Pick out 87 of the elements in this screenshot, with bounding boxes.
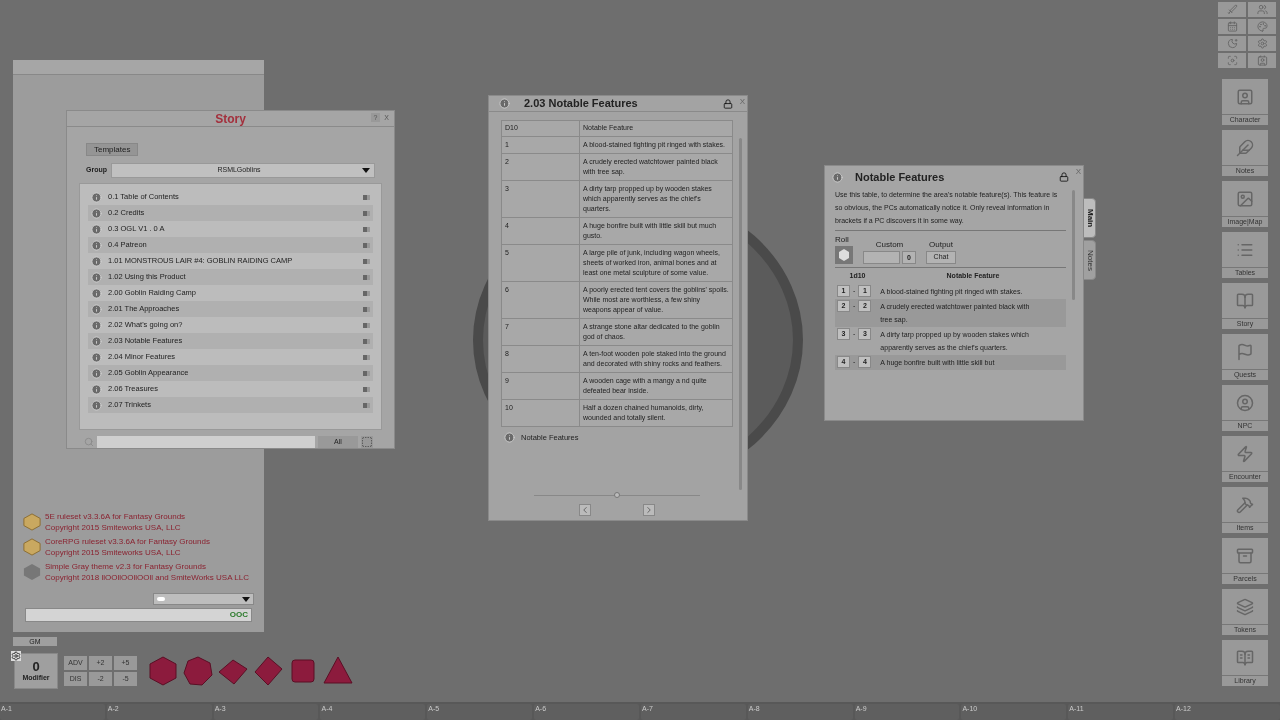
info-icon[interactable] bbox=[91, 351, 102, 363]
feather-icon bbox=[1236, 138, 1254, 157]
info-icon[interactable] bbox=[91, 383, 102, 395]
info-icon[interactable] bbox=[91, 303, 102, 315]
focus-icon[interactable] bbox=[1218, 53, 1246, 68]
side-tab[interactable]: Main bbox=[1083, 198, 1096, 238]
close-button[interactable]: X bbox=[739, 96, 745, 108]
settings-icon[interactable] bbox=[11, 651, 21, 661]
toggle-icon[interactable] bbox=[363, 322, 370, 328]
info-icon[interactable] bbox=[91, 287, 102, 299]
toggle-icon[interactable] bbox=[363, 226, 370, 232]
toggle-icon[interactable] bbox=[363, 402, 370, 408]
book-icon bbox=[1236, 291, 1254, 310]
dropdown-arrow-icon bbox=[242, 596, 250, 602]
chat-message: 5E ruleset v3.3.6A for Fantasy Grounds bbox=[45, 511, 186, 522]
chat-message: Simple Gray theme v2.3 for Fantasy Grounds bbox=[45, 561, 207, 572]
book-icon bbox=[1236, 648, 1254, 667]
toggle-icon[interactable] bbox=[363, 290, 370, 296]
info-icon[interactable] bbox=[91, 191, 102, 203]
toggle-icon[interactable] bbox=[363, 338, 370, 344]
previous-button[interactable] bbox=[579, 504, 591, 516]
person-circle-icon bbox=[1236, 393, 1254, 412]
window-title: Story bbox=[215, 110, 246, 128]
toggle-icon[interactable] bbox=[363, 258, 370, 264]
custom-label: Custom bbox=[875, 239, 904, 251]
sword-icon[interactable] bbox=[1218, 2, 1246, 17]
side-tab[interactable]: Notes bbox=[1083, 240, 1096, 280]
flag-icon bbox=[1236, 342, 1254, 361]
box-icon bbox=[1236, 546, 1254, 565]
person-card-icon[interactable] bbox=[1248, 53, 1276, 68]
people-icon[interactable] bbox=[1248, 2, 1276, 17]
die-icon[interactable] bbox=[252, 655, 284, 687]
dropdown-arrow-icon bbox=[362, 168, 370, 173]
info-icon[interactable] bbox=[91, 399, 102, 411]
chat-message: Copyright 2015 Smiteworks USA, LLC bbox=[45, 547, 182, 558]
search-field[interactable] bbox=[97, 436, 315, 448]
toggle-icon[interactable] bbox=[363, 306, 370, 312]
info-icon[interactable] bbox=[91, 223, 102, 235]
output-label: Output bbox=[929, 239, 953, 251]
gem-icon bbox=[23, 513, 41, 531]
chat-message: CoreRPG ruleset v3.3.6A for Fantasy Grounds bbox=[45, 536, 210, 547]
die-icon[interactable] bbox=[182, 655, 214, 687]
chat-message: Copyright 2018 llOOllOOllOOll and SmiteWorks USA LLC bbox=[45, 572, 249, 583]
info-icon[interactable] bbox=[91, 319, 102, 331]
link-icon[interactable] bbox=[504, 432, 515, 444]
chat-input-field[interactable]: OOC bbox=[25, 608, 252, 622]
toggle-icon[interactable] bbox=[363, 386, 370, 392]
roll-die-button[interactable] bbox=[835, 246, 853, 264]
toggle-icon[interactable] bbox=[363, 210, 370, 216]
layers-icon bbox=[1236, 597, 1254, 616]
hexagon-icon bbox=[23, 563, 41, 581]
info-icon[interactable] bbox=[91, 367, 102, 379]
modifier-value: 0 bbox=[32, 660, 40, 674]
speaker-dropdown[interactable] bbox=[153, 593, 254, 605]
die-icon[interactable] bbox=[322, 655, 354, 687]
info-icon[interactable] bbox=[499, 98, 510, 109]
picture-icon bbox=[1236, 189, 1254, 208]
moon-icon[interactable] bbox=[1218, 36, 1246, 51]
toggle-icon[interactable] bbox=[363, 194, 370, 200]
templates-button[interactable]: Templates bbox=[86, 143, 139, 156]
window-title: Notable Features bbox=[855, 169, 945, 185]
lock-icon[interactable] bbox=[1059, 172, 1069, 182]
roll-label: Roll bbox=[835, 234, 849, 246]
toggle-icon[interactable] bbox=[363, 370, 370, 376]
close-button[interactable]: X bbox=[1075, 166, 1081, 178]
custom-field[interactable] bbox=[863, 251, 900, 264]
mode-label: OOC bbox=[229, 609, 248, 621]
calendar-icon[interactable] bbox=[1218, 19, 1246, 34]
lock-icon[interactable] bbox=[723, 99, 733, 109]
info-icon[interactable] bbox=[832, 171, 843, 183]
toggle-icon[interactable] bbox=[363, 274, 370, 280]
info-icon[interactable] bbox=[91, 335, 102, 347]
lightning-icon bbox=[1236, 444, 1254, 463]
info-icon[interactable] bbox=[91, 255, 102, 267]
die-icon[interactable] bbox=[147, 655, 179, 687]
toggle-icon[interactable] bbox=[363, 354, 370, 360]
chat-message: Copyright 2015 Smiteworks USA, LLC bbox=[45, 522, 182, 533]
info-icon[interactable] bbox=[91, 239, 102, 251]
square-icon[interactable] bbox=[361, 436, 373, 448]
info-icon[interactable] bbox=[91, 271, 102, 283]
next-button[interactable] bbox=[643, 504, 655, 516]
gem-icon bbox=[23, 538, 41, 556]
toggle-icon[interactable] bbox=[363, 242, 370, 248]
person-icon bbox=[1236, 87, 1254, 106]
info-icon[interactable] bbox=[91, 207, 102, 219]
palette-icon[interactable] bbox=[1248, 19, 1276, 34]
window-title: 2.03 Notable Features bbox=[524, 96, 638, 112]
